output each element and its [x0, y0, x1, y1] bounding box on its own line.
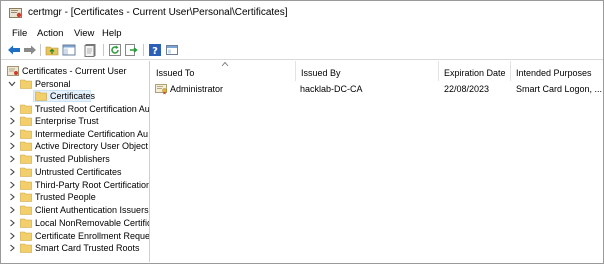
chevron-right-icon[interactable] — [8, 129, 16, 139]
folder-icon — [20, 141, 32, 151]
tree-item-label: Certificate Enrollment Reques — [35, 231, 150, 241]
certificate-icon — [155, 84, 167, 95]
folder-icon — [20, 116, 32, 126]
chevron-right-icon[interactable] — [8, 218, 16, 228]
tree-item-label: Active Directory User Object — [35, 141, 149, 151]
tree-item-trusted-people[interactable]: Trusted People — [3, 191, 149, 204]
cell-issued-by: hacklab-DC-CA — [300, 84, 363, 94]
chevron-right-icon[interactable] — [8, 243, 16, 253]
folder-icon — [20, 154, 32, 164]
mmc-window: certmgr - [Certificates - Current User\P… — [0, 0, 604, 264]
chevron-right-icon[interactable] — [8, 192, 16, 202]
chevron-right-icon[interactable] — [8, 104, 16, 114]
title-bar: certmgr - [Certificates - Current User\P… — [1, 1, 603, 25]
tree-item-label: Trusted Publishers — [35, 154, 110, 164]
tree-root[interactable]: Certificates - Current User — [3, 65, 149, 78]
chevron-right-icon[interactable] — [8, 205, 16, 215]
cell-expiration-date: 22/08/2023 — [444, 84, 490, 94]
folder-icon — [20, 205, 32, 215]
chevron-right-icon[interactable] — [8, 116, 16, 126]
cell-issued-to: Administrator — [170, 84, 224, 94]
menu-help[interactable]: Help — [102, 28, 122, 39]
tree-item-local-nonremovable[interactable]: Local NonRemovable Certific — [3, 217, 149, 230]
toolbar: ? — [1, 41, 603, 60]
chevron-down-icon[interactable] — [8, 79, 16, 89]
tree-item-certificates[interactable]: Certificates — [3, 90, 149, 103]
folder-icon — [20, 167, 32, 177]
tree-item-label: Smart Card Trusted Roots — [35, 243, 140, 253]
folder-icon — [20, 104, 32, 114]
certificate-list: Issued To Issued By Expiration Date Inte… — [151, 61, 603, 262]
folder-icon — [20, 218, 32, 228]
tree-item-label: Intermediate Certification Au — [35, 129, 149, 139]
back-icon[interactable] — [7, 43, 21, 57]
help-icon[interactable]: ? — [148, 43, 162, 57]
tree-item-label: Local NonRemovable Certific — [35, 218, 150, 228]
console-tree: Certificates - Current User Personal Cer… — [3, 61, 150, 262]
svg-text:?: ? — [152, 46, 158, 57]
tree-item-client-auth-issuers[interactable]: Client Authentication Issuers — [3, 204, 149, 217]
chevron-right-icon[interactable] — [8, 141, 16, 151]
tree-item-label: Untrusted Certificates — [35, 167, 122, 177]
column-header-expiration-date[interactable]: Expiration Date — [439, 61, 511, 81]
folder-open-icon — [20, 79, 32, 89]
tree-item-smart-card-roots[interactable]: Smart Card Trusted Roots — [3, 242, 149, 255]
menu-file[interactable]: File — [12, 28, 27, 39]
tree-item-trusted-publishers[interactable]: Trusted Publishers — [3, 153, 149, 166]
up-folder-icon[interactable] — [45, 43, 59, 57]
tree-item-label: Enterprise Trust — [35, 116, 99, 126]
tree-item-enterprise-trust[interactable]: Enterprise Trust — [3, 115, 149, 128]
window-title: certmgr - [Certificates - Current User\P… — [28, 7, 288, 18]
show-hide-tree-icon[interactable] — [62, 43, 76, 57]
chevron-right-icon[interactable] — [8, 154, 16, 164]
chevron-right-icon[interactable] — [8, 231, 16, 241]
folder-icon — [35, 91, 47, 101]
tree-item-label: Certificates — [50, 91, 96, 101]
certmgr-app-icon — [9, 8, 22, 18]
column-header-label: Intended Purposes — [516, 68, 592, 78]
forward-icon[interactable] — [23, 43, 37, 57]
certificates-snapin-icon — [7, 66, 19, 76]
menu-view[interactable]: View — [74, 28, 94, 39]
chevron-right-icon[interactable] — [8, 180, 16, 190]
export-list-icon[interactable] — [124, 43, 138, 57]
toolbar-separator — [103, 44, 104, 56]
tree-root-label: Certificates - Current User — [22, 66, 127, 76]
column-header-issued-by[interactable]: Issued By — [296, 61, 439, 81]
tree-item-label: Trusted People — [35, 192, 96, 202]
tree-item-label: Client Authentication Issuers — [35, 205, 149, 215]
column-header-label: Issued To — [156, 68, 195, 78]
properties-icon[interactable] — [83, 43, 97, 57]
sort-ascending-icon — [221, 61, 229, 67]
tree-item-label: Trusted Root Certification Au — [35, 104, 150, 114]
cell-intended-purposes: Smart Card Logon, ... — [516, 84, 602, 94]
menu-bar: File Action View Help — [1, 25, 603, 40]
column-header-issued-to[interactable]: Issued To — [151, 61, 296, 81]
tree-item-active-directory[interactable]: Active Directory User Object — [3, 140, 149, 153]
toolbar-separator — [143, 44, 144, 56]
column-header-label: Issued By — [301, 68, 341, 78]
tree-item-untrusted[interactable]: Untrusted Certificates — [3, 166, 149, 179]
chevron-right-icon[interactable] — [8, 167, 16, 177]
folder-icon — [20, 129, 32, 139]
menu-action[interactable]: Action — [37, 28, 63, 39]
folder-icon — [20, 180, 32, 190]
view-icon[interactable] — [165, 43, 179, 57]
folder-icon — [20, 231, 32, 241]
toolbar-separator — [40, 44, 41, 56]
folder-icon — [20, 192, 32, 202]
tree-item-label: Third-Party Root Certification — [35, 180, 150, 190]
column-header-label: Expiration Date — [444, 68, 506, 78]
tree-item-label: Personal — [35, 79, 71, 89]
refresh-icon[interactable] — [108, 43, 122, 57]
table-row[interactable]: Administrator hacklab-DC-CA 22/08/2023 S… — [151, 82, 603, 96]
column-header-intended-purposes[interactable]: Intended Purposes — [511, 61, 603, 81]
folder-icon — [20, 243, 32, 253]
